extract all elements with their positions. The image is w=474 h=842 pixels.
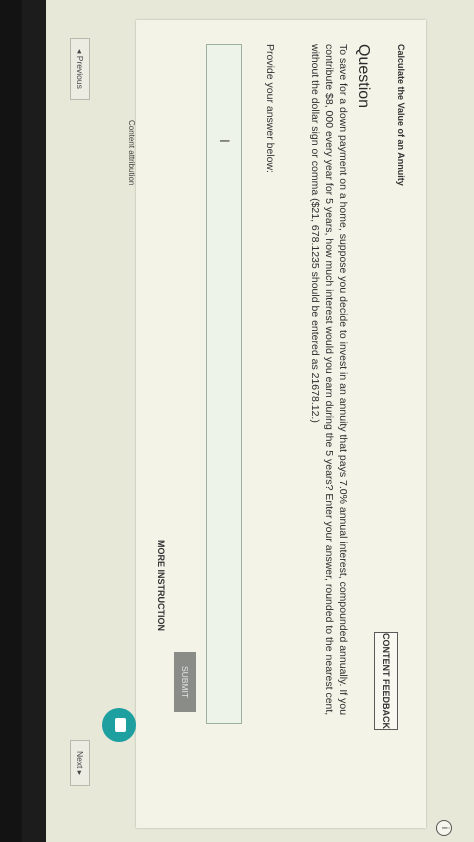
info-icon[interactable]: i bbox=[436, 820, 452, 836]
question-card: Calculate the Value of an Annuity CONTEN… bbox=[136, 20, 426, 828]
answer-prompt: Provide your answer below: bbox=[264, 44, 276, 173]
chat-bubble-icon[interactable] bbox=[102, 708, 136, 742]
chat-bubble-glyph bbox=[115, 718, 126, 732]
next-button[interactable]: Next ▸ bbox=[70, 740, 90, 786]
submit-button[interactable]: SUBMIT bbox=[174, 652, 196, 712]
previous-button[interactable]: ◂ Previous bbox=[70, 38, 90, 100]
content-attribution-link[interactable]: Content attribution bbox=[127, 120, 136, 185]
answer-input[interactable]: I bbox=[206, 44, 242, 724]
text-cursor-icon: I bbox=[217, 139, 233, 143]
screen-bezel bbox=[22, 0, 46, 842]
question-text: To save for a down payment on a home, su… bbox=[309, 44, 349, 716]
app-surface: i Calculate the Value of an Annuity CONT… bbox=[22, 0, 474, 842]
more-instruction-link[interactable]: MORE INSTRUCTION bbox=[156, 540, 166, 631]
content-feedback-button[interactable]: CONTENT FEEDBACK bbox=[374, 632, 398, 730]
monitor-screen: i Calculate the Value of an Annuity CONT… bbox=[22, 0, 474, 842]
app-background: i Calculate the Value of an Annuity CONT… bbox=[22, 0, 474, 842]
activity-title: Calculate the Value of an Annuity bbox=[396, 44, 406, 186]
question-heading: Question bbox=[355, 44, 372, 109]
